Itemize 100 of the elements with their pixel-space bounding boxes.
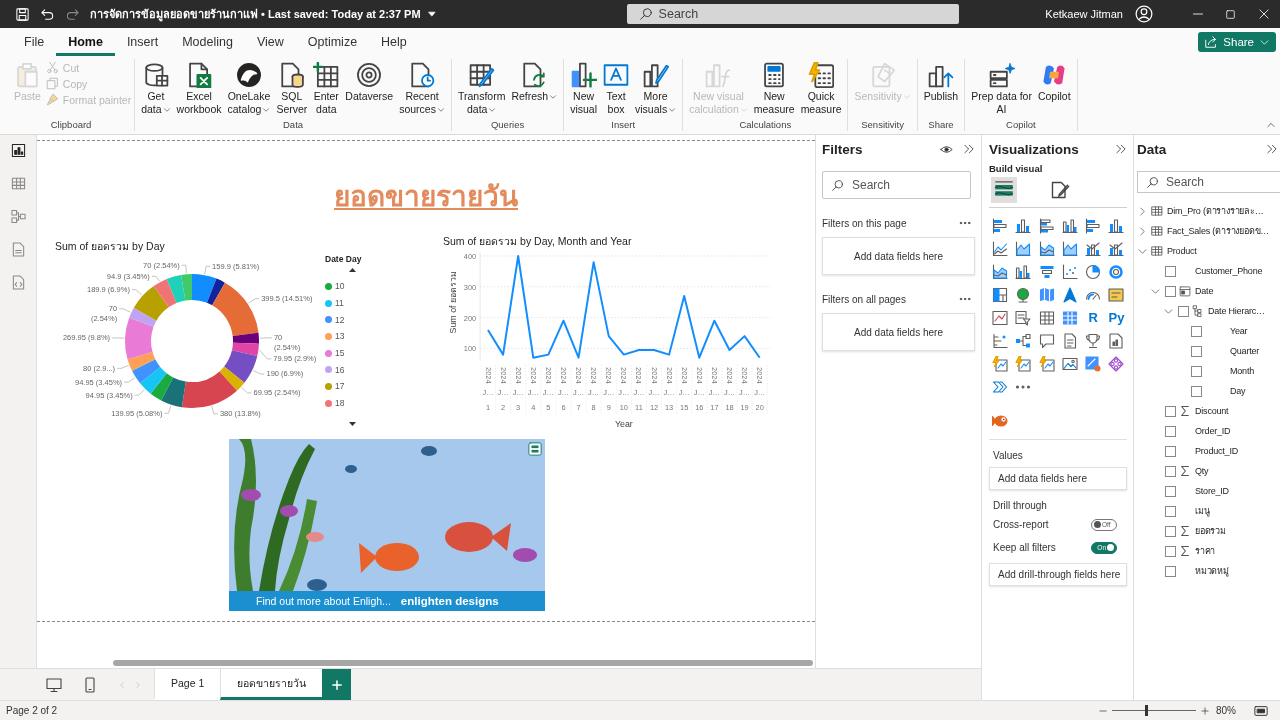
ribbon-button[interactable]: Copilot: [1034, 59, 1074, 104]
legend-label[interactable]: 15: [335, 348, 345, 359]
ribbon-button[interactable]: Enter data: [310, 59, 343, 117]
scrollbar-thumb[interactable]: [113, 660, 813, 666]
build-tab[interactable]: [991, 177, 1017, 203]
ribbon-button[interactable]: More visuals: [632, 59, 680, 117]
drop-zone[interactable]: Add data fields here: [822, 313, 975, 351]
clustered-column-chart-icon[interactable]: [1061, 218, 1078, 234]
view-switch-button[interactable]: [10, 209, 26, 224]
donut-slice[interactable]: [212, 282, 259, 336]
line-column-chart-icon[interactable]: [1108, 241, 1125, 257]
trophy-icon[interactable]: [1085, 333, 1102, 349]
maximize-icon[interactable]: [1225, 8, 1236, 20]
field-name[interactable]: Year: [1230, 326, 1248, 336]
stacked-column-chart-icon[interactable]: [1015, 218, 1032, 234]
fit-to-page-icon[interactable]: [1254, 703, 1268, 718]
ribbon-button[interactable]: Prep data for AI: [968, 59, 1035, 117]
donut-slice[interactable]: [150, 373, 174, 401]
fish-icon[interactable]: [992, 413, 1008, 429]
legend-label[interactable]: 17: [335, 381, 345, 392]
checkbox[interactable]: [1165, 445, 1176, 457]
script-visual-button[interactable]: R: [1085, 310, 1102, 326]
table-name[interactable]: Product: [1167, 246, 1197, 256]
checkbox[interactable]: [1178, 305, 1189, 317]
map-pin-icon[interactable]: [1085, 356, 1102, 372]
field-name[interactable]: ยอดรวม: [1195, 524, 1226, 538]
checkbox[interactable]: [1191, 385, 1202, 397]
diamond-icon[interactable]: [1108, 356, 1125, 372]
legend-label[interactable]: 11: [335, 298, 344, 309]
checkbox[interactable]: [1165, 505, 1176, 517]
caption-bar[interactable]: Find out more about Enligh... enlighten designs: [229, 591, 545, 611]
drop-zone[interactable]: Add data fields here: [989, 467, 1127, 490]
page-tab[interactable]: Page 1: [154, 669, 221, 700]
ribbon-button[interactable]: Transform data: [454, 59, 509, 117]
checkbox[interactable]: [1165, 425, 1176, 437]
caption-link[interactable]: Find out more about Enligh...: [256, 595, 391, 607]
donut-slice[interactable]: [231, 342, 259, 357]
checkbox[interactable]: [1191, 345, 1202, 357]
close-icon[interactable]: [1257, 8, 1270, 20]
line-chart-icon[interactable]: [992, 241, 1008, 257]
search-field[interactable]: Search: [822, 171, 971, 199]
field-name[interactable]: Order_ID: [1195, 426, 1231, 436]
checkbox[interactable]: [1191, 325, 1202, 337]
speech-bubble-icon[interactable]: [1038, 333, 1055, 349]
bar-chart-icon[interactable]: [1085, 218, 1102, 234]
search-field[interactable]: Search: [626, 4, 959, 24]
script-visual-button[interactable]: Py: [1108, 310, 1125, 326]
redo-icon[interactable]: [65, 6, 80, 22]
menu-tab[interactable]: Optimize: [295, 28, 370, 56]
legend-label[interactable]: 16: [335, 364, 345, 375]
view-switch-button[interactable]: [10, 143, 26, 158]
donut-slice[interactable]: [206, 278, 225, 306]
zoom-in-icon[interactable]: [1200, 705, 1210, 716]
ribbon-button[interactable]: Publish: [920, 59, 962, 104]
ribbon-button[interactable]: Text box: [600, 59, 633, 117]
document-icon[interactable]: [1061, 333, 1078, 349]
menu-tab[interactable]: File: [12, 28, 57, 56]
report-icon[interactable]: [1108, 333, 1125, 349]
table-name[interactable]: Dim_Pro (ตารางรายละ…: [1167, 204, 1264, 218]
ribbon-button[interactable]: Refresh: [508, 59, 561, 104]
ribbon-button[interactable]: Recent sources: [396, 59, 448, 117]
checkbox[interactable]: [1165, 545, 1176, 557]
slicer-icon[interactable]: [1015, 310, 1032, 326]
map-icon[interactable]: [1038, 287, 1055, 303]
card-icon[interactable]: [1108, 287, 1125, 303]
column-chart-icon[interactable]: [1108, 218, 1125, 234]
desktop-icon[interactable]: [46, 676, 62, 693]
checkbox[interactable]: [1165, 485, 1176, 497]
view-switch-button[interactable]: [10, 242, 26, 257]
ribbon-chart-icon[interactable]: [992, 264, 1008, 280]
clustered-bar-chart-icon[interactable]: [1038, 218, 1055, 234]
menu-tab[interactable]: Insert: [114, 28, 171, 56]
donut-slice[interactable]: [161, 377, 186, 408]
area-chart-icon[interactable]: [1061, 241, 1078, 257]
field-name[interactable]: Qty: [1195, 466, 1209, 476]
view-switch-button[interactable]: [10, 176, 26, 191]
ribbon-button[interactable]: Dataverse: [342, 59, 397, 104]
view-switch-button[interactable]: [10, 275, 26, 290]
field-name[interactable]: เมนู: [1195, 504, 1210, 518]
checkbox[interactable]: [1191, 365, 1202, 377]
field-name[interactable]: Store_ID: [1195, 486, 1229, 496]
checkbox[interactable]: [1165, 405, 1176, 417]
chart-line[interactable]: [487, 255, 761, 359]
legend-label[interactable]: 10: [335, 281, 345, 292]
slider-thumb[interactable]: [1144, 705, 1148, 716]
checkbox[interactable]: [1165, 265, 1176, 277]
lightning-chart-icon[interactable]: [1038, 356, 1055, 372]
field-name[interactable]: Month: [1230, 366, 1254, 376]
menu-tab[interactable]: Help: [369, 28, 419, 56]
stacked-area-chart-icon[interactable]: [1038, 241, 1055, 257]
stacked-bar-chart-icon[interactable]: [992, 218, 1008, 234]
field-name[interactable]: Quarter: [1230, 346, 1260, 356]
menu-tab[interactable]: Modeling: [170, 28, 245, 56]
donut-chart-icon[interactable]: [1108, 264, 1125, 280]
donut-slice[interactable]: [224, 350, 258, 383]
checkbox[interactable]: [1165, 525, 1176, 537]
donut-slice[interactable]: [181, 371, 237, 408]
legend-label[interactable]: 18: [335, 398, 345, 409]
donut-slice[interactable]: [219, 366, 245, 391]
checkbox[interactable]: [1165, 565, 1176, 577]
